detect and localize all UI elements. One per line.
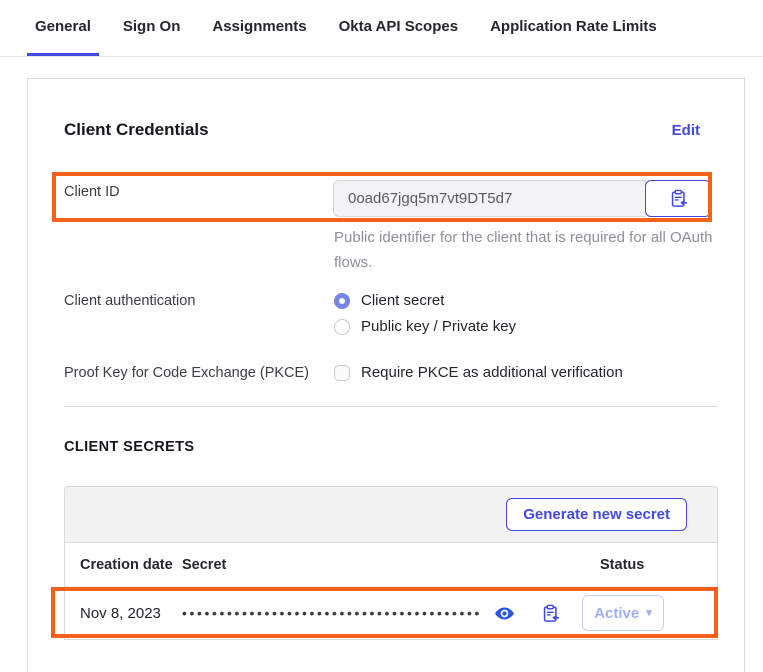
copy-secret-button[interactable]: [538, 601, 562, 625]
client-secrets-table: Generate new secret Creation date Secret…: [64, 486, 718, 640]
tab-application-rate-limits[interactable]: Application Rate Limits: [482, 0, 665, 56]
secret-table-row: Nov 8, 2023 ••••••••••••••••••••••••••••…: [65, 586, 717, 639]
generate-new-secret-button[interactable]: Generate new secret: [506, 498, 687, 531]
header-status: Status: [600, 556, 645, 573]
radio-public-key[interactable]: [334, 318, 350, 335]
header-secret: Secret: [182, 556, 227, 573]
tab-general[interactable]: General: [27, 0, 99, 56]
header-creation-date: Creation date: [80, 556, 173, 573]
tab-assignments[interactable]: Assignments: [204, 0, 314, 56]
section-divider: [64, 406, 718, 407]
pkce-checkbox[interactable]: [334, 364, 350, 381]
client-authentication-label: Client authentication: [64, 293, 196, 309]
tab-sign-on[interactable]: Sign On: [115, 0, 189, 56]
clipboard-paste-icon: [666, 187, 690, 211]
section-title-client-secrets: CLIENT SECRETS: [64, 439, 195, 455]
radio-row-client-secret: Client secret: [334, 292, 444, 309]
client-id-help-text: Public identifier for the client that is…: [334, 229, 713, 271]
table-header-row: Creation date Secret Status: [65, 543, 717, 586]
table-toolbar: Generate new secret: [65, 487, 717, 543]
pkce-checkbox-row: Require PKCE as additional verification: [334, 364, 623, 381]
radio-public-key-label: Public key / Private key: [361, 318, 517, 335]
radio-client-secret-label: Client secret: [361, 292, 445, 309]
eye-icon[interactable]: [492, 601, 516, 625]
edit-link[interactable]: Edit: [672, 122, 700, 139]
chevron-down-icon: ▾: [646, 606, 652, 619]
secret-masked-value: ••••••••••••••••••••••••••••••••••••••••: [182, 605, 483, 621]
copy-client-id-button[interactable]: [645, 180, 711, 217]
status-label: Active: [594, 604, 640, 622]
client-id-value[interactable]: 0oad67jgq5m7vt9DT5d7: [333, 180, 646, 217]
radio-row-public-key: Public key / Private key: [334, 318, 516, 335]
section-title-client-credentials: Client Credentials: [64, 120, 209, 139]
pkce-checkbox-label: Require PKCE as additional verification: [361, 364, 623, 381]
tab-bar: General Sign On Assignments Okta API Sco…: [0, 0, 763, 57]
status-dropdown[interactable]: Active ▾: [582, 595, 664, 631]
radio-client-secret[interactable]: [334, 292, 350, 309]
client-id-label: Client ID: [64, 184, 120, 200]
client-credentials-card: Client Credentials Edit Client ID 0oad67…: [27, 78, 745, 672]
pkce-label: Proof Key for Code Exchange (PKCE): [64, 365, 310, 381]
secret-creation-date: Nov 8, 2023: [80, 604, 161, 622]
app-settings-page: General Sign On Assignments Okta API Sco…: [0, 0, 763, 672]
tab-okta-api-scopes[interactable]: Okta API Scopes: [331, 0, 467, 56]
